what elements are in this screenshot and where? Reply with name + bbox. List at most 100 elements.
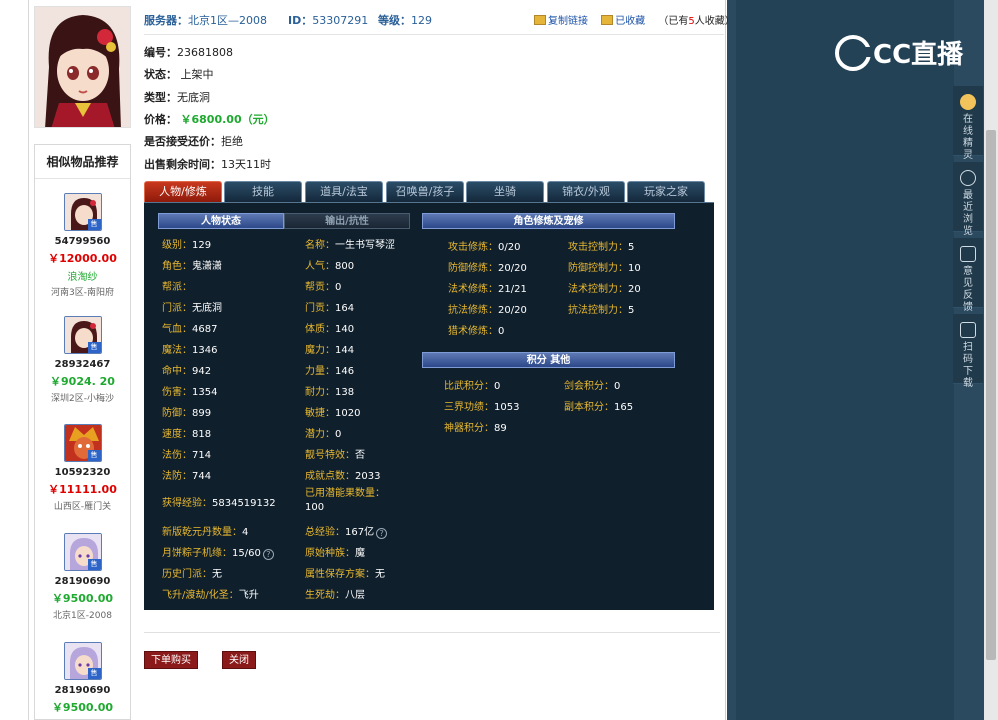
exp-row: 获得经验：5834519132 (162, 498, 276, 509)
scrollbar-thumb[interactable] (986, 130, 996, 660)
attribute-row: 伤害：1354 (162, 387, 218, 398)
price-row: 价格： ￥6800.00（元） (144, 113, 275, 126)
remain-time-row: 出售剩余时间：13天11时 (144, 158, 271, 171)
help-icon[interactable]: ? (376, 528, 388, 539)
close-button[interactable]: 关闭 (222, 651, 256, 669)
tab-player-home[interactable]: 玩家之家 (627, 181, 705, 202)
similar-item[interactable]: 售 28190690 ￥9500.00 (35, 642, 130, 715)
cc-logo-icon (835, 35, 872, 71)
points-row: 剑会积分：0 (564, 381, 621, 392)
bottom-row: 总经验：167亿? (305, 523, 388, 539)
control-row: 防御控制力：10 (568, 263, 641, 274)
attribute-row: 门贡：164 (305, 303, 355, 314)
tool-qr-download[interactable]: 扫码下载 (953, 314, 983, 389)
item-avatar: 售 (63, 533, 102, 571)
cc-live-logo[interactable]: CC直播 (835, 34, 963, 71)
similar-item[interactable]: 售 10592320 ￥11111.00 山西区-雁门关 (35, 424, 130, 512)
points-header: 积分 其他 (422, 352, 675, 368)
mascot-icon (960, 94, 976, 110)
tab-character[interactable]: 人物/修炼 (144, 181, 222, 202)
points-row: 三界功绩：1053 (444, 402, 520, 413)
output-header[interactable]: 输出/抗性 (284, 213, 410, 229)
collect-count: （已有5人收藏） (658, 16, 735, 27)
attribute-row: 法伤：714 (162, 450, 212, 461)
attribute-row: 名称：一生书写琴涩 (305, 240, 395, 251)
tool-online-helper[interactable]: 在线精灵 (953, 86, 983, 161)
attribute-row: 门派：无底洞 (162, 303, 222, 314)
bottom-row: 飞升/渡劫/化圣：飞升 (162, 590, 259, 601)
tab-skills[interactable]: 技能 (224, 181, 302, 202)
character-avatar (34, 6, 131, 128)
attribute-row: 级别：129 (162, 240, 212, 251)
cultivation-row: 法术修炼：21/21 (448, 284, 527, 295)
cultivation-header: 角色修炼及宠修 (422, 213, 675, 229)
attribute-row: 帮派： (162, 282, 192, 293)
attribute-row: 魔力：144 (305, 345, 355, 356)
side-panel (736, 0, 954, 720)
edit-icon (960, 246, 976, 262)
control-row: 抗法控制力：5 (568, 305, 635, 316)
level-info: 等级：129 (378, 14, 432, 27)
attribute-row: 法防：744 (162, 471, 212, 482)
attribute-row: 速度：818 (162, 429, 212, 440)
cultivation-row: 防御修炼：20/20 (448, 263, 527, 274)
attribute-row: 成就点数：2033 (305, 471, 381, 482)
attribute-row: 角色：鬼潇潇 (162, 261, 222, 272)
copy-icon (534, 15, 546, 25)
cultivation-row: 抗法修炼：20/20 (448, 305, 527, 316)
cultivation-row: 攻击修炼：0/20 (448, 242, 521, 253)
attribute-row: 防御：899 (162, 408, 212, 419)
tool-recent[interactable]: 最近浏览 (953, 162, 983, 237)
help-icon[interactable]: ? (262, 549, 274, 560)
tab-summons[interactable]: 召唤兽/孩子 (386, 181, 464, 202)
star-folder-icon (601, 15, 614, 25)
id-info: ID：53307291 (288, 14, 369, 27)
bargain-row: 是否接受还价：拒绝 (144, 135, 243, 148)
cultivation-row: 猎术修炼：0 (448, 326, 505, 337)
attribute-row: 帮贡：0 (305, 282, 342, 293)
status-header[interactable]: 人物状态 (158, 213, 284, 229)
page-scrollbar[interactable] (984, 0, 998, 720)
character-detail-panel: 人物状态 输出/抗性 角色修炼及宠修 积分 其他 级别：129 角色：鬼潇潇 帮派：… (144, 202, 714, 610)
bottom-row: 原始种族：魔 (305, 548, 365, 559)
tab-mounts[interactable]: 坐骑 (466, 181, 544, 202)
clock-icon (960, 170, 976, 186)
control-row: 法术控制力：20 (568, 284, 641, 295)
bottom-row: 历史门派：无 (162, 569, 222, 580)
bottom-row: 月饼粽子机缘：15/60? (162, 544, 274, 560)
bottom-row: 属性保存方案：无 (305, 569, 385, 580)
attribute-row: 靓号特效：否 (305, 450, 365, 461)
buy-button[interactable]: 下单购买 (144, 651, 198, 669)
footer-divider (144, 632, 720, 633)
attribute-row: 体质：140 (305, 324, 355, 335)
attribute-row: 气血：4687 (162, 324, 218, 335)
points-row: 比武积分：0 (444, 381, 501, 392)
bottom-row: 生死劫：八层 (305, 590, 365, 601)
qr-scan-icon (960, 322, 976, 338)
tab-items[interactable]: 道具/法宝 (305, 181, 383, 202)
bottom-row: 新版乾元丹数量：4 (162, 527, 249, 538)
attribute-row: 耐力：138 (305, 387, 355, 398)
similar-item[interactable]: 售 28932467 ￥9024. 20 深圳2区-小梅沙 (35, 316, 130, 404)
page-left-gutter (0, 0, 28, 720)
similar-item[interactable]: 售 28190690 ￥9500.00 北京1区-2008 (35, 533, 130, 621)
number-row: 编号：23681808 (144, 46, 233, 59)
control-row: 攻击控制力：5 (568, 242, 635, 253)
attribute-row: 敏捷：1020 (305, 408, 361, 419)
header-actions: 复制链接 已收藏 （已有5人收藏） (534, 12, 735, 27)
potential-fruit-row: 已用潜能果数量： 100 (305, 488, 385, 513)
type-row: 类型：无底洞 (144, 91, 210, 104)
tool-feedback[interactable]: 意见反馈 (953, 238, 983, 313)
item-avatar: 售 (63, 642, 102, 680)
attribute-row: 潜力：0 (305, 429, 342, 440)
tab-outfits[interactable]: 锦衣/外观 (547, 181, 625, 202)
attribute-row: 力量：146 (305, 366, 355, 377)
similar-items-panel: 相似物品推荐 售 54799560 ￥12000.00 浪淘纱 河南3区-南阳府… (34, 144, 131, 720)
copy-link-button[interactable]: 复制链接 (534, 15, 588, 27)
points-row: 神器积分：89 (444, 423, 507, 434)
header-divider (144, 34, 724, 35)
item-avatar: 售 (63, 424, 102, 462)
collect-button[interactable]: 已收藏 (601, 15, 645, 27)
points-row: 副本积分：165 (564, 402, 634, 413)
similar-item[interactable]: 售 54799560 ￥12000.00 浪淘纱 河南3区-南阳府 (35, 193, 130, 298)
